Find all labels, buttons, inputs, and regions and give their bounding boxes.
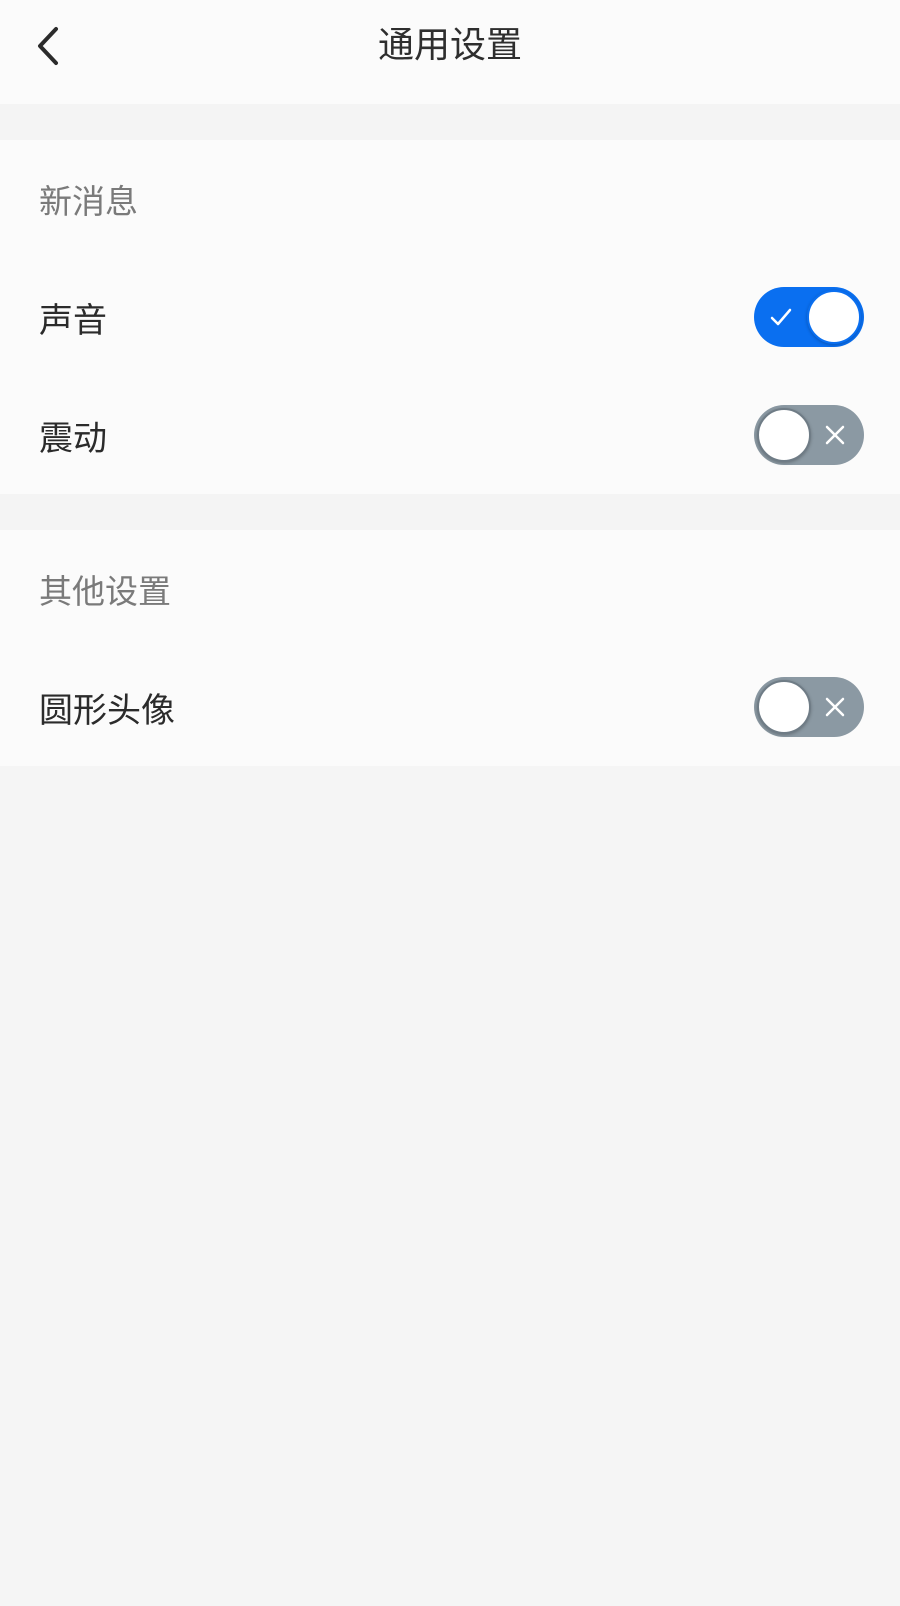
setting-label-vibrate: 震动 [39, 418, 107, 459]
close-icon [822, 694, 848, 720]
toggle-knob [757, 680, 811, 734]
page-title: 通用设置 [377, 25, 522, 66]
setting-label-round-avatar: 圆形头像 [39, 690, 175, 731]
close-icon [822, 422, 848, 448]
setting-label-sound: 声音 [39, 300, 107, 341]
setting-row-round-avatar: 圆形头像 [0, 648, 900, 766]
setting-row-vibrate: 震动 [0, 376, 900, 494]
toggle-knob [807, 290, 861, 344]
section-title-new-messages: 新消息 [0, 140, 900, 258]
section-divider [0, 494, 900, 530]
sound-toggle[interactable] [754, 287, 864, 347]
setting-row-sound: 声音 [0, 258, 900, 376]
section-title-other-settings: 其他设置 [0, 530, 900, 648]
toggle-knob [757, 408, 811, 462]
top-bar: 通用设置 [0, 0, 900, 104]
empty-area [0, 766, 900, 1606]
round-avatar-toggle[interactable] [754, 677, 864, 737]
section-divider [0, 104, 900, 140]
vibrate-toggle[interactable] [754, 405, 864, 465]
check-icon [768, 304, 794, 330]
